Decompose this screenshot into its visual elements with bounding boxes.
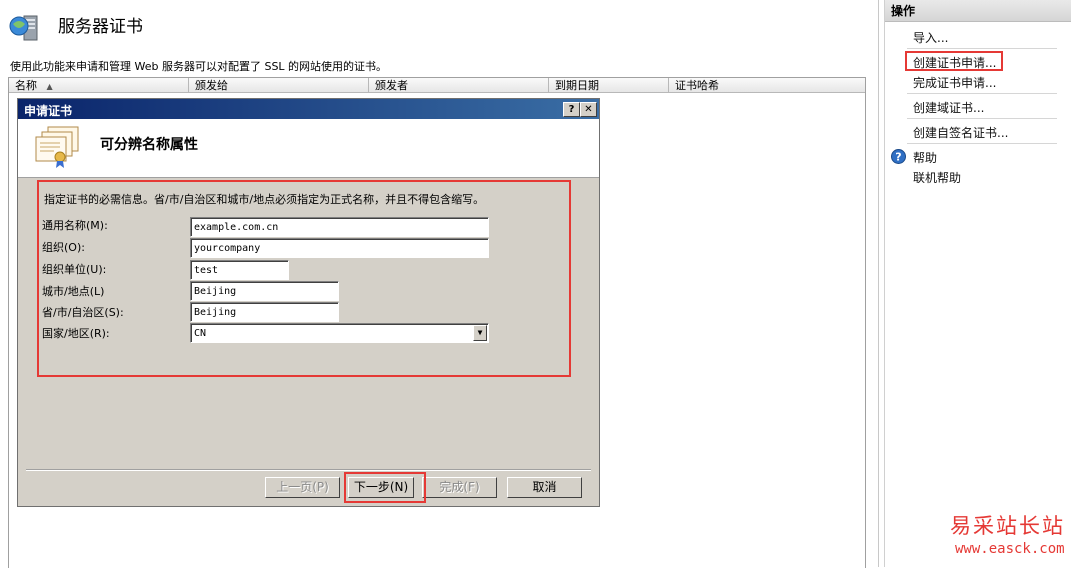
column-header-cert-hash[interactable]: 证书哈希 xyxy=(669,78,865,93)
cancel-button[interactable]: 取消 xyxy=(507,477,582,498)
server-certificate-icon xyxy=(9,15,38,41)
organizational-unit-label: 组织单位(U): xyxy=(42,263,107,276)
city-input[interactable]: Beijing xyxy=(190,281,339,301)
watermark-url: www.easck.com xyxy=(955,541,1065,557)
column-header-issued-to[interactable]: 颁发给 xyxy=(189,78,369,93)
city-label: 城市/地点(L) xyxy=(42,285,105,298)
help-icon: ? xyxy=(891,149,906,164)
action-online-help[interactable]: 联机帮助 xyxy=(913,169,961,186)
highlight-box xyxy=(37,180,571,377)
action-create-domain-certificate[interactable]: 创建域证书... xyxy=(913,99,984,116)
divider xyxy=(907,143,1057,144)
state-input[interactable]: Beijing xyxy=(190,302,339,322)
action-complete-certificate-request[interactable]: 完成证书申请... xyxy=(913,74,996,91)
divider xyxy=(907,48,1057,49)
country-label: 国家/地区(R): xyxy=(42,327,110,340)
divider xyxy=(907,118,1057,119)
dialog-title: 申请证书 xyxy=(24,104,73,118)
column-header-issued-by[interactable]: 颁发者 xyxy=(369,78,549,93)
watermark-text: 易采站长站 xyxy=(950,514,1065,538)
state-label: 省/市/自治区(S): xyxy=(42,306,124,319)
divider xyxy=(26,469,591,471)
dialog-header: 可分辨名称属性 xyxy=(18,119,599,178)
actions-pane: 操作 导入... 创建证书申请... 完成证书申请... 创建域证书... 创建… xyxy=(884,0,1071,567)
previous-button[interactable]: 上一页(P) xyxy=(265,477,340,498)
page-title: 服务器证书 xyxy=(58,17,143,37)
help-button[interactable]: ? xyxy=(563,102,580,117)
request-certificate-dialog: 申请证书 ? ✕ 可分辨名称属性 指定证书的必需信息。省/市/自治区和城市/地点… xyxy=(17,98,600,507)
chevron-down-icon[interactable]: ▼ xyxy=(473,325,487,341)
svg-text:?: ? xyxy=(895,151,901,164)
country-select-value: CN xyxy=(194,328,207,339)
dialog-title-bar[interactable]: 申请证书 ? ✕ xyxy=(18,99,599,119)
common-name-label: 通用名称(M): xyxy=(42,219,108,232)
column-header-expiration[interactable]: 到期日期 xyxy=(549,78,669,93)
actions-header: 操作 xyxy=(885,0,1071,22)
sort-ascending-icon: ▲ xyxy=(46,82,53,91)
highlight-box xyxy=(344,472,426,503)
close-button[interactable]: ✕ xyxy=(580,102,597,117)
column-header-name[interactable]: 名称 ▲ xyxy=(9,78,189,93)
action-help[interactable]: 帮助 xyxy=(913,149,937,166)
instruction-text: 指定证书的必需信息。省/市/自治区和城市/地点必须指定为正式名称，并且不得包含缩… xyxy=(44,193,485,206)
finish-button[interactable]: 完成(F) xyxy=(422,477,497,498)
action-import[interactable]: 导入... xyxy=(913,29,948,46)
action-create-self-signed-certificate[interactable]: 创建自签名证书... xyxy=(913,124,1008,141)
country-select[interactable]: CN ▼ xyxy=(190,323,489,343)
organization-input[interactable]: yourcompany xyxy=(190,238,489,258)
organization-label: 组织(O): xyxy=(42,241,85,254)
divider xyxy=(907,93,1057,94)
page-description: 使用此功能来申请和管理 Web 服务器可以对配置了 SSL 的网站使用的证书。 xyxy=(10,60,388,73)
organizational-unit-input[interactable]: test xyxy=(190,260,289,280)
highlight-box xyxy=(905,51,1003,71)
certificates-icon xyxy=(35,126,79,168)
common-name-input[interactable]: example.com.cn xyxy=(190,217,489,237)
dialog-heading: 可分辨名称属性 xyxy=(100,137,198,153)
